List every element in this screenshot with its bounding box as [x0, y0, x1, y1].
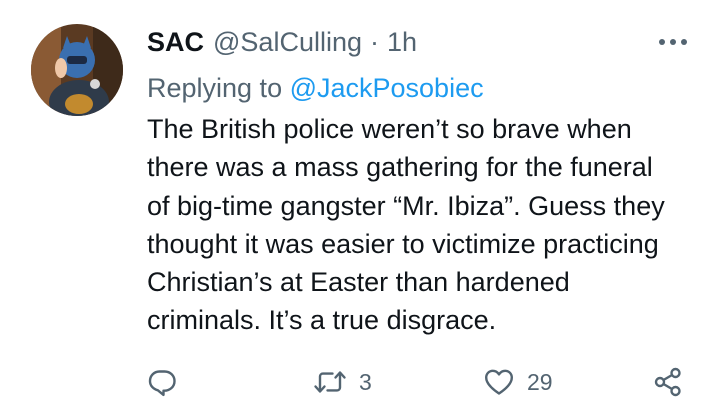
like-count: 29: [527, 369, 553, 395]
avatar-image: [31, 24, 123, 116]
reply-mention-link[interactable]: @JackPosobiec: [290, 73, 484, 103]
separator-dot: ·: [370, 27, 379, 57]
tweet-actions: 3 29: [147, 362, 692, 402]
author-name[interactable]: SAC: [147, 22, 204, 62]
tweet[interactable]: SAC @SalCulling · 1h Replying to @JackPo…: [0, 0, 720, 406]
share-button[interactable]: [652, 362, 684, 402]
author-handle[interactable]: @SalCulling: [213, 22, 362, 62]
share-icon: [654, 367, 681, 397]
more-icon: [659, 39, 687, 45]
replying-to: Replying to @JackPosobiec: [147, 68, 690, 108]
like-button[interactable]: 29: [483, 362, 553, 402]
reply-button[interactable]: [147, 362, 189, 402]
tweet-header: SAC @SalCulling · 1h: [147, 22, 690, 62]
avatar[interactable]: [31, 24, 123, 116]
replying-to-label: Replying to: [147, 73, 290, 103]
tweet-timestamp[interactable]: 1h: [387, 22, 417, 62]
retweet-icon: [314, 371, 346, 393]
retweet-button[interactable]: 3: [313, 362, 372, 402]
comment-icon: [148, 370, 176, 397]
more-options-button[interactable]: [656, 34, 690, 50]
heart-icon: [485, 369, 513, 395]
tweet-text: The British police weren’t so brave when…: [147, 114, 665, 336]
tweet-content: SAC @SalCulling · 1h Replying to @JackPo…: [147, 22, 690, 340]
retweet-count: 3: [359, 369, 372, 395]
